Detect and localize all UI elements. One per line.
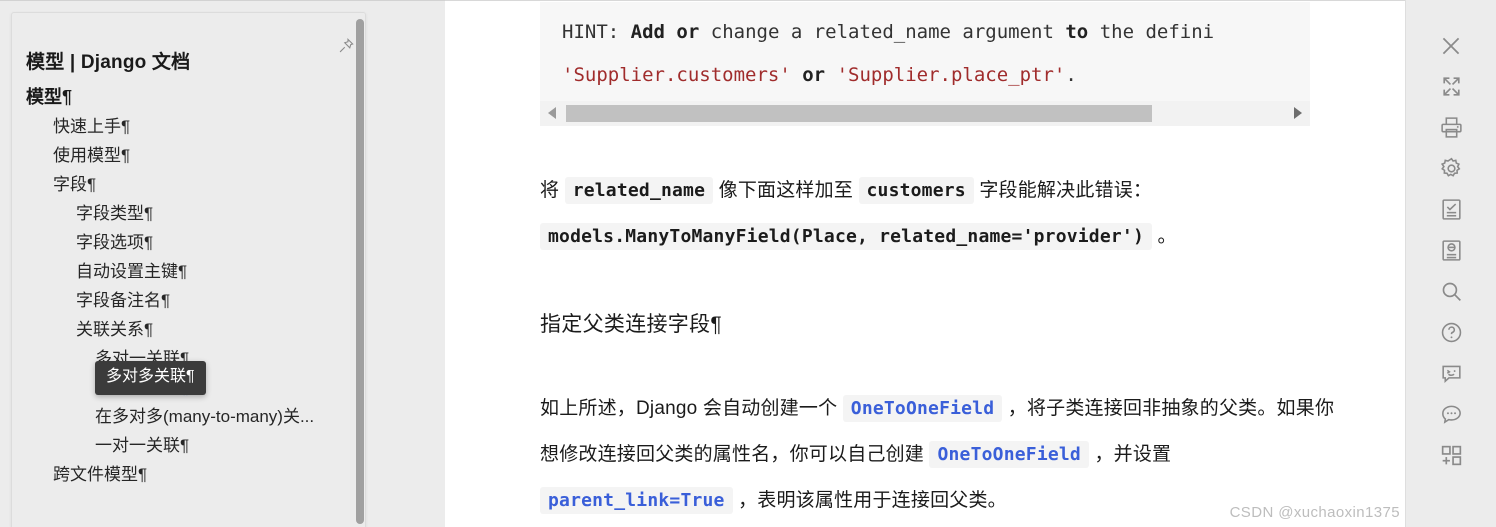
close-icon[interactable] <box>1429 30 1473 61</box>
code-token: HINT: <box>562 21 631 43</box>
paragraph-text: 如上所述，Django 会自动创建一个 <box>540 398 843 419</box>
code-line-2: 'Supplier.customers' or 'Supplier.place_… <box>540 54 1310 97</box>
outline-scrollbar-thumb[interactable] <box>356 19 364 524</box>
paragraph-text: 。 <box>1152 226 1177 247</box>
code-token: to <box>1065 21 1089 43</box>
outline-item[interactable]: 字段¶ <box>12 170 352 199</box>
outline-item[interactable]: 字段类型¶ <box>12 199 352 228</box>
outline-pane: 模型 | Django 文档 模型¶ 快速上手¶ 使用模型¶ 字段¶ 字段类型¶ 字段选项… <box>0 0 445 527</box>
outline-scrollbar-track[interactable] <box>355 13 365 527</box>
paragraph-related-name: 将 related_name 像下面这样加至 customers 字段能解决此错… <box>540 168 1340 260</box>
code-token: 'Supplier.place_ptr' <box>836 64 1066 86</box>
outline-card: 模型 | Django 文档 模型¶ 快速上手¶ 使用模型¶ 字段¶ 字段类型¶ 字段选项… <box>11 12 366 527</box>
outline-item[interactable]: 一对一关联¶ <box>12 431 352 460</box>
apps-add-icon[interactable] <box>1429 440 1473 471</box>
outline-tooltip: 多对多关联¶ <box>95 361 206 395</box>
outline-item[interactable]: 字段备注名¶ <box>12 286 352 315</box>
paragraph-text: 字段能解决此错误： <box>973 180 1153 201</box>
code-token: 'Supplier.customers' <box>562 64 791 86</box>
outline-list: 模型 | Django 文档 模型¶ 快速上手¶ 使用模型¶ 字段¶ 字段类型¶ 字段选项… <box>12 13 352 489</box>
outline-item[interactable]: 在多对多(many-to-many)关... <box>12 402 352 431</box>
inline-code-link[interactable]: OneToOneField <box>929 441 1089 468</box>
app-root: 模型 | Django 文档 模型¶ 快速上手¶ 使用模型¶ 字段¶ 字段类型¶ 字段选项… <box>0 0 1496 527</box>
outline-item[interactable]: 跨文件模型¶ <box>12 460 352 489</box>
inline-code-link[interactable]: OneToOneField <box>842 395 1003 422</box>
print-icon[interactable] <box>1429 112 1473 143</box>
paragraph-parent-link: 如上所述，Django 会自动创建一个 OneToOneField ，将子类连接… <box>540 386 1340 524</box>
inline-code: related_name <box>564 177 714 204</box>
outline-panel-title: 模型 | Django 文档 <box>26 52 191 73</box>
message-icon[interactable] <box>1429 399 1473 430</box>
expand-icon[interactable] <box>1429 71 1473 102</box>
code-token: or <box>676 21 700 43</box>
document-icon[interactable] <box>1429 235 1473 266</box>
gear-icon[interactable] <box>1429 153 1473 184</box>
help-icon[interactable] <box>1429 317 1473 348</box>
paragraph-text: ，并设置 <box>1088 444 1172 465</box>
document-pane: HINT: Add or change a related_name argum… <box>445 0 1405 527</box>
code-line-1: HINT: Add or change a related_name argum… <box>540 11 1310 54</box>
code-block: HINT: Add or change a related_name argum… <box>540 2 1310 126</box>
right-toolbar <box>1405 0 1496 527</box>
outline-item[interactable]: 字段选项¶ <box>12 228 352 257</box>
checklist-icon[interactable] <box>1429 194 1473 225</box>
paragraph-text: 像下面这样加至 <box>713 180 859 201</box>
outline-item[interactable]: 关联关系¶ <box>12 315 352 344</box>
scroll-right-arrow-icon[interactable] <box>1294 107 1302 119</box>
paragraph-text: ，表明该属性用于连接回父类。 <box>732 490 1007 511</box>
inline-code: models.ManyToManyField(Place, related_na… <box>540 223 1152 250</box>
code-token: change a related_name argument <box>699 21 1066 43</box>
section-heading: 指定父类连接字段¶ <box>540 313 722 336</box>
code-horizontal-scrollbar[interactable] <box>540 101 1310 126</box>
inline-code-link[interactable]: parent_link=True <box>540 487 733 514</box>
code-token: . <box>1065 64 1077 86</box>
code-token: the defini <box>1088 21 1215 43</box>
outline-item[interactable]: 自动设置主键¶ <box>12 257 352 286</box>
code-scrollbar-thumb[interactable] <box>566 105 1152 122</box>
inline-code: customers <box>858 177 974 204</box>
outline-item[interactable]: 模型¶ <box>12 82 352 112</box>
outline-item[interactable]: 使用模型¶ <box>12 141 352 170</box>
code-token: or <box>802 64 826 86</box>
paragraph-text: 将 <box>540 180 565 201</box>
smiley-chat-icon[interactable] <box>1429 358 1473 389</box>
document-content: HINT: Add or change a related_name argum… <box>540 1 1405 524</box>
code-token: Add <box>630 21 665 43</box>
search-icon[interactable] <box>1429 276 1473 307</box>
scroll-left-arrow-icon[interactable] <box>548 107 556 119</box>
outline-item[interactable]: 快速上手¶ <box>12 112 352 141</box>
